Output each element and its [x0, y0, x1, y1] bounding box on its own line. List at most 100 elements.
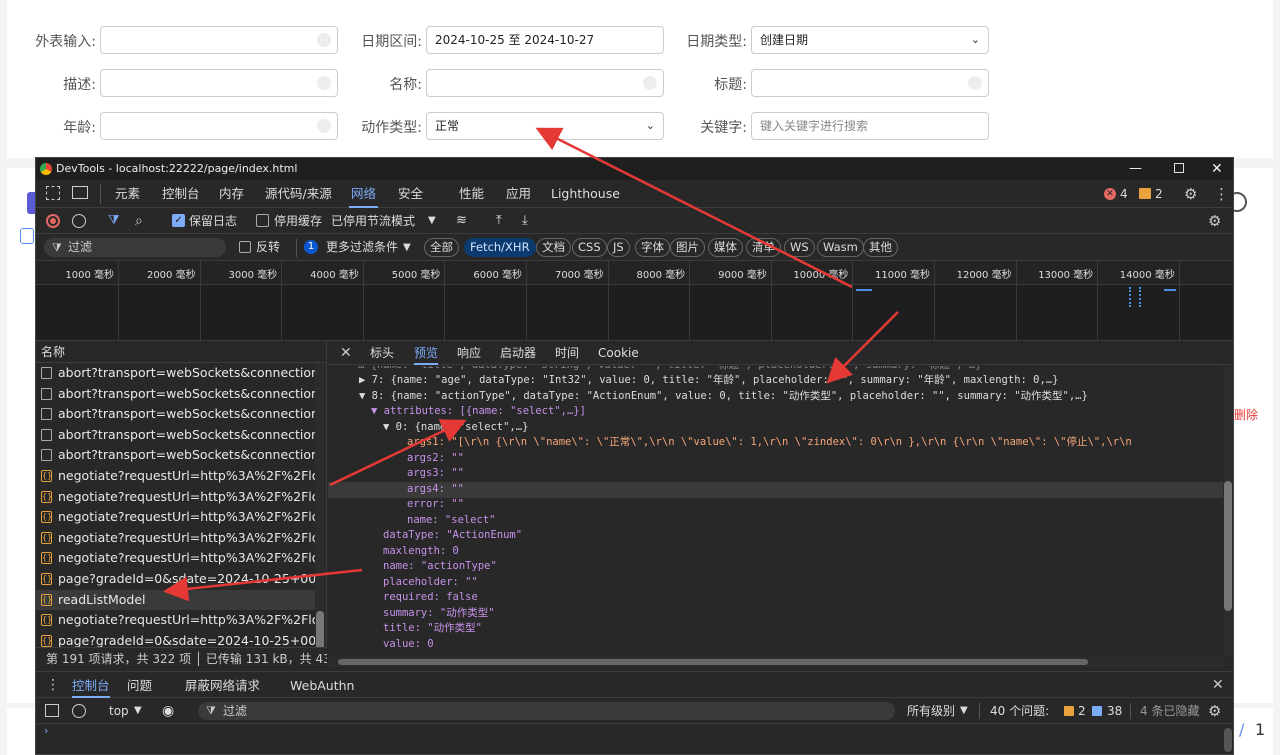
chip-doc[interactable]: 文档	[536, 238, 571, 257]
external-input[interactable]	[100, 26, 338, 54]
tab-security[interactable]: 安全	[396, 180, 425, 208]
preview-horizontal-thumb[interactable]	[338, 659, 1088, 665]
json-line[interactable]: dataType: "ActionEnum"	[383, 528, 522, 544]
json-line[interactable]: args4: ""	[328, 482, 1223, 498]
request-row[interactable]: {} negotiate?requestUrl=http%3A%2F%2Floc.…	[36, 487, 321, 508]
tab-preview[interactable]: 预览	[414, 341, 439, 365]
chip-manifest[interactable]: 清单	[746, 238, 781, 257]
issue-warning-count[interactable]: 2	[1078, 698, 1086, 724]
name-input[interactable]	[426, 69, 664, 97]
tab-response[interactable]: 响应	[457, 341, 481, 365]
action-type-select[interactable]: 正常 ⌄	[426, 112, 664, 140]
chip-other[interactable]: 其他	[863, 238, 898, 257]
drawer-tab-network-blocking[interactable]: 屏蔽网络请求	[185, 672, 260, 699]
request-row[interactable]: {} negotiate?requestUrl=http%3A%2F%2Floc.…	[36, 548, 321, 569]
clear-console-icon[interactable]	[72, 704, 86, 718]
chip-media[interactable]: 媒体	[708, 238, 743, 257]
console-output[interactable]: ›	[36, 724, 1233, 754]
json-line[interactable]: maxlength: 0	[383, 544, 459, 560]
throttling-select[interactable]: 已停用节流模式	[331, 208, 415, 234]
more-options-icon[interactable]: ⋮	[1214, 180, 1229, 208]
close-icon[interactable]: ✕	[1211, 158, 1223, 180]
tab-lighthouse[interactable]: Lighthouse	[549, 180, 622, 208]
drawer-tab-webauthn[interactable]: WebAuthn	[290, 672, 354, 699]
close-detail-icon[interactable]: ✕	[340, 341, 352, 365]
more-filters-dropdown[interactable]: 更多过滤条件	[326, 234, 398, 261]
network-settings-gear-icon[interactable]: ⚙	[1208, 208, 1221, 234]
disable-cache-checkbox[interactable]	[256, 214, 269, 227]
invert-checkbox[interactable]	[239, 241, 251, 253]
drawer-tab-console[interactable]: 控制台	[72, 672, 110, 698]
age-input[interactable]	[100, 112, 338, 140]
chip-wasm[interactable]: Wasm	[817, 238, 864, 257]
json-line[interactable]: placeholder: ""	[383, 575, 478, 591]
network-timeline-overview[interactable]: 1000 毫秒 2000 毫秒 3000 毫秒 4000 毫秒 5000 毫秒 6000 …	[36, 261, 1233, 341]
tab-initiator[interactable]: 启动器	[500, 341, 536, 365]
warning-icon[interactable]	[1139, 188, 1151, 199]
json-line[interactable]: ▼ 8: {name: "actionType", dataType: "Act…	[359, 389, 1088, 405]
delete-link[interactable]: 删除	[1234, 406, 1258, 423]
json-line[interactable]: value: 0	[383, 637, 434, 653]
drawer-menu-icon[interactable]: ⋮	[46, 672, 60, 699]
import-har-icon[interactable]: ⤒	[496, 208, 502, 234]
error-icon[interactable]: ✕	[1104, 188, 1116, 200]
live-expression-eye-icon[interactable]: ◉	[162, 698, 174, 724]
warning-count[interactable]: 2	[1155, 180, 1163, 208]
request-row[interactable]: {} page?gradeId=0&sdate=2024-10-25+00...	[36, 569, 321, 590]
console-settings-gear-icon[interactable]: ⚙	[1208, 698, 1221, 724]
request-list-scroll-thumb[interactable]	[316, 611, 324, 651]
device-toolbar-icon[interactable]	[72, 186, 88, 199]
request-row[interactable]: {} negotiate?requestUrl=http%3A%2F%2Floc.…	[36, 610, 321, 631]
json-line[interactable]: name: "actionType"	[383, 559, 497, 575]
context-selector[interactable]: top	[109, 698, 129, 724]
request-row[interactable]: {} negotiate?requestUrl=http%3A%2F%2Floc.…	[36, 466, 321, 487]
chip-js[interactable]: JS	[607, 238, 630, 257]
tab-performance[interactable]: 性能	[457, 180, 486, 208]
tab-network[interactable]: 网络	[349, 180, 379, 208]
date-range-input[interactable]: 2024-10-25 至 2024-10-27	[426, 26, 664, 54]
chip-ws[interactable]: WS	[784, 238, 815, 257]
request-row[interactable]: abort?transport=webSockets&connection...	[36, 384, 321, 405]
request-row[interactable]: {} readListModel	[36, 589, 321, 611]
keyword-input[interactable]: 键入关键字进行搜索	[751, 112, 989, 140]
json-line[interactable]: required: false	[383, 590, 478, 606]
filter-funnel-icon[interactable]: ⧩	[108, 208, 120, 234]
close-drawer-icon[interactable]: ✕	[1212, 672, 1224, 699]
error-count[interactable]: 4	[1120, 180, 1128, 208]
drawer-tab-issues[interactable]: 问题	[127, 672, 152, 699]
tab-console[interactable]: 控制台	[160, 180, 202, 208]
title-input[interactable]	[751, 69, 989, 97]
tab-application[interactable]: 应用	[504, 180, 533, 208]
json-line[interactable]: args1: "[\r\n {\r\n \"name\": \"正常\",\r\…	[407, 435, 1132, 451]
chip-font[interactable]: 字体	[635, 238, 670, 257]
request-row[interactable]: {} negotiate?requestUrl=http%3A%2F%2Floc.…	[36, 507, 321, 528]
json-line[interactable]: name: "select"	[407, 513, 496, 529]
search-icon[interactable]: ⌕	[135, 208, 143, 234]
context-chevron-icon[interactable]: ▼	[134, 698, 142, 724]
request-row[interactable]: abort?transport=webSockets&connection...	[36, 425, 321, 446]
export-har-icon[interactable]: ⤓	[522, 208, 528, 234]
console-filter-input[interactable]: ⧩ 过滤	[198, 702, 895, 720]
minimize-icon[interactable]: —	[1129, 158, 1142, 180]
json-line[interactable]: error: ""	[407, 497, 464, 513]
preserve-log-checkbox[interactable]: ✓	[172, 214, 185, 227]
tab-timing[interactable]: 时间	[555, 341, 579, 365]
json-line[interactable]: args3: ""	[407, 466, 464, 482]
issues-count-label[interactable]: 40 个问题:	[990, 698, 1049, 724]
chip-fetch-xhr[interactable]: Fetch/XHR	[464, 238, 536, 257]
tab-sources[interactable]: 源代码/来源	[263, 180, 334, 208]
throttling-dropdown-icon[interactable]: ▼	[428, 208, 436, 234]
column-header-name[interactable]: 名称	[36, 341, 326, 363]
tab-cookie[interactable]: Cookie	[598, 341, 639, 365]
json-line[interactable]: args2: ""	[407, 451, 464, 467]
log-levels-chevron-icon[interactable]: ▼	[960, 698, 968, 724]
description-input[interactable]	[100, 69, 338, 97]
issue-info-count[interactable]: 38	[1107, 698, 1122, 724]
json-line[interactable]: ▼ attributes: [{name: "select",…}]	[371, 404, 586, 420]
request-row[interactable]: abort?transport=webSockets&connection...	[36, 363, 321, 384]
tab-headers[interactable]: 标头	[370, 341, 394, 365]
settings-gear-icon[interactable]: ⚙	[1184, 180, 1197, 208]
chip-css[interactable]: CSS	[572, 238, 607, 257]
more-filters-chevron-icon[interactable]: ▼	[403, 234, 411, 261]
json-line[interactable]: ▶ 7: {name: "age", dataType: "Int32", va…	[359, 373, 1058, 389]
